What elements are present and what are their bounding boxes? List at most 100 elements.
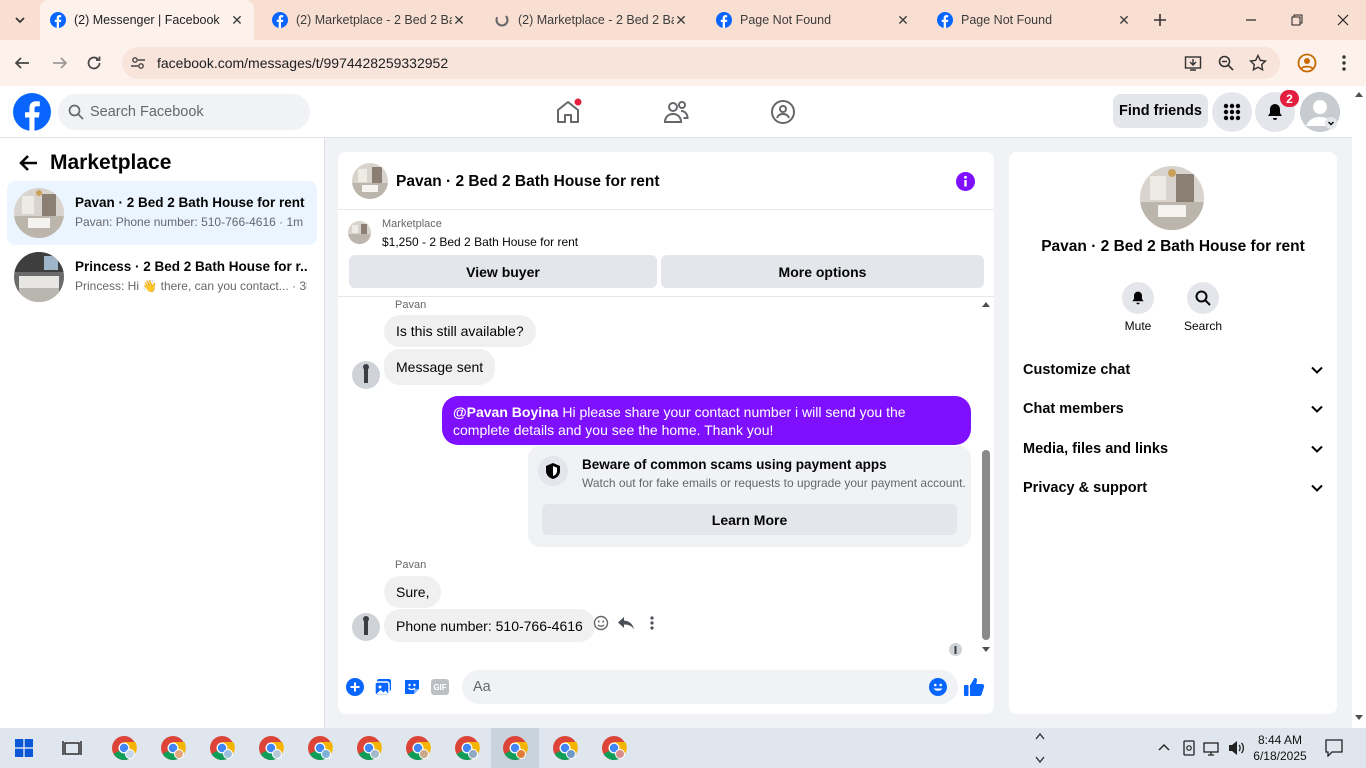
message-input[interactable]: Aa bbox=[462, 670, 958, 704]
chrome-taskbar-app-active[interactable] bbox=[491, 728, 539, 768]
chrome-taskbar-app[interactable] bbox=[345, 728, 393, 768]
chrome-taskbar-app[interactable] bbox=[394, 728, 442, 768]
volume-icon[interactable] bbox=[1228, 740, 1246, 756]
chrome-taskbar-app[interactable] bbox=[590, 728, 638, 768]
restore-button[interactable] bbox=[1274, 0, 1320, 40]
facebook-logo-icon[interactable] bbox=[13, 93, 51, 131]
forward-button[interactable] bbox=[46, 49, 74, 77]
chrome-taskbar-app[interactable] bbox=[443, 728, 491, 768]
facebook-search-input[interactable]: Search Facebook bbox=[58, 94, 310, 130]
browser-menu-button[interactable] bbox=[1330, 49, 1358, 77]
scrollbar-thumb[interactable] bbox=[982, 450, 990, 640]
search-in-chat-button[interactable]: Search bbox=[1173, 282, 1233, 333]
friends-icon[interactable] bbox=[662, 98, 690, 126]
chat-scrollbar[interactable] bbox=[981, 300, 991, 656]
info-icon[interactable] bbox=[956, 172, 975, 191]
tab-messenger[interactable]: (2) Messenger | Facebook ✕ bbox=[40, 0, 254, 40]
bookmark-star-icon[interactable] bbox=[1249, 54, 1267, 72]
close-tab-icon[interactable]: ✕ bbox=[230, 12, 244, 29]
thumbs-up-icon[interactable] bbox=[964, 677, 985, 697]
scroll-up-arrow-icon[interactable] bbox=[981, 300, 991, 308]
back-button[interactable] bbox=[8, 49, 36, 77]
start-button[interactable] bbox=[0, 728, 48, 768]
thread-item-princess[interactable]: Princess · 2 Bed 2 Bath House for r... P… bbox=[7, 245, 317, 309]
tab-search-button[interactable] bbox=[6, 6, 34, 34]
emoji-icon[interactable] bbox=[929, 678, 947, 696]
address-bar[interactable]: facebook.com/messages/t/9974428259332952 bbox=[122, 47, 1280, 79]
close-tab-icon[interactable]: ✕ bbox=[896, 12, 910, 29]
close-window-button[interactable] bbox=[1320, 0, 1366, 40]
home-icon[interactable] bbox=[554, 98, 582, 126]
tab-page-not-found-1[interactable]: Page Not Found ✕ bbox=[706, 0, 920, 40]
chat-members-section[interactable]: Chat members bbox=[1023, 394, 1323, 424]
install-app-icon[interactable] bbox=[1184, 54, 1202, 72]
react-icon[interactable] bbox=[593, 615, 609, 631]
profile-button[interactable] bbox=[1293, 49, 1321, 77]
message-bubble[interactable]: Is this still available? bbox=[384, 315, 536, 347]
chrome-taskbar-app[interactable] bbox=[541, 728, 589, 768]
photo-icon[interactable] bbox=[374, 678, 392, 696]
scroll-up-arrow-icon[interactable] bbox=[1355, 91, 1363, 97]
sender-avatar[interactable] bbox=[352, 361, 380, 389]
chrome-taskbar-app[interactable] bbox=[247, 728, 295, 768]
task-view-icon bbox=[62, 741, 82, 755]
gif-icon[interactable]: GIF bbox=[431, 679, 449, 695]
chat-title[interactable]: Pavan · 2 Bed 2 Bath House for rent bbox=[396, 173, 660, 191]
chat-profile-picture[interactable] bbox=[1140, 166, 1204, 230]
new-tab-button[interactable] bbox=[1142, 0, 1178, 40]
thread-item-pavan[interactable]: Pavan · 2 Bed 2 Bath House for rent Pava… bbox=[7, 181, 317, 245]
bell-icon bbox=[1122, 282, 1154, 314]
reply-icon[interactable] bbox=[617, 615, 635, 631]
site-settings-icon[interactable] bbox=[130, 55, 146, 71]
message-bubble[interactable]: Message sent bbox=[384, 349, 496, 385]
media-files-links-section[interactable]: Media, files and links bbox=[1023, 434, 1323, 464]
sticker-icon[interactable] bbox=[403, 678, 421, 696]
reload-button[interactable] bbox=[80, 49, 108, 77]
outgoing-message-bubble[interactable]: @Pavan Boyina Hi please share your conta… bbox=[442, 396, 971, 445]
tab-title: Page Not Found bbox=[740, 13, 832, 27]
mention[interactable]: @Pavan Boyina bbox=[453, 404, 558, 420]
tab-page-not-found-2[interactable]: Page Not Found ✕ bbox=[927, 0, 1141, 40]
chrome-taskbar-app[interactable] bbox=[100, 728, 148, 768]
taskbar-scroll-icon[interactable] bbox=[1035, 732, 1045, 764]
chrome-taskbar-app[interactable] bbox=[198, 728, 246, 768]
system-clock[interactable]: 8:44 AM 6/18/2025 bbox=[1249, 732, 1311, 764]
more-options-button[interactable]: More options bbox=[661, 255, 984, 288]
menu-button[interactable] bbox=[1212, 92, 1252, 132]
account-button[interactable] bbox=[1300, 92, 1340, 132]
scroll-down-arrow-icon[interactable] bbox=[1355, 715, 1363, 721]
back-arrow-icon[interactable] bbox=[18, 154, 38, 172]
plus-circle-icon[interactable] bbox=[346, 678, 364, 696]
close-tab-icon[interactable]: ✕ bbox=[674, 12, 688, 29]
zoom-icon[interactable] bbox=[1217, 54, 1235, 72]
device-icon[interactable] bbox=[1182, 740, 1196, 756]
close-tab-icon[interactable]: ✕ bbox=[1117, 12, 1131, 29]
more-vertical-icon[interactable] bbox=[650, 616, 654, 630]
tab-marketplace-1[interactable]: (2) Marketplace - 2 Bed 2 Ba ✕ bbox=[262, 0, 476, 40]
task-view-button[interactable] bbox=[48, 728, 96, 768]
page-scrollbar[interactable] bbox=[1352, 86, 1366, 728]
restore-icon bbox=[1291, 14, 1303, 26]
chevron-up-icon[interactable] bbox=[1158, 743, 1170, 751]
chrome-taskbar-app[interactable] bbox=[296, 728, 344, 768]
privacy-support-section[interactable]: Privacy & support bbox=[1023, 473, 1323, 503]
chevron-down-icon bbox=[1311, 445, 1323, 453]
mute-button[interactable]: Mute bbox=[1108, 282, 1168, 333]
notification-center-icon[interactable] bbox=[1325, 739, 1343, 757]
scroll-down-arrow-icon[interactable] bbox=[981, 646, 991, 654]
view-buyer-button[interactable]: View buyer bbox=[349, 255, 657, 288]
learn-more-button[interactable]: Learn More bbox=[542, 504, 957, 535]
sender-avatar[interactable] bbox=[352, 613, 380, 641]
find-friends-button[interactable]: Find friends bbox=[1113, 94, 1208, 128]
close-tab-icon[interactable]: ✕ bbox=[452, 12, 466, 29]
groups-icon[interactable] bbox=[769, 98, 797, 126]
chrome-taskbar-app[interactable] bbox=[149, 728, 197, 768]
network-icon[interactable] bbox=[1203, 740, 1221, 756]
minimize-button[interactable] bbox=[1228, 0, 1274, 40]
tab-marketplace-2[interactable]: (2) Marketplace - 2 Bed 2 Ba ✕ bbox=[484, 0, 698, 40]
message-bubble[interactable]: Sure, bbox=[384, 576, 442, 608]
customize-chat-section[interactable]: Customize chat bbox=[1023, 355, 1323, 385]
message-bubble[interactable]: Phone number: 510-766-4616 bbox=[384, 609, 595, 642]
listing-price-title[interactable]: $1,250 - 2 Bed 2 Bath House for rent bbox=[382, 235, 578, 249]
chat-avatar[interactable] bbox=[352, 163, 388, 199]
